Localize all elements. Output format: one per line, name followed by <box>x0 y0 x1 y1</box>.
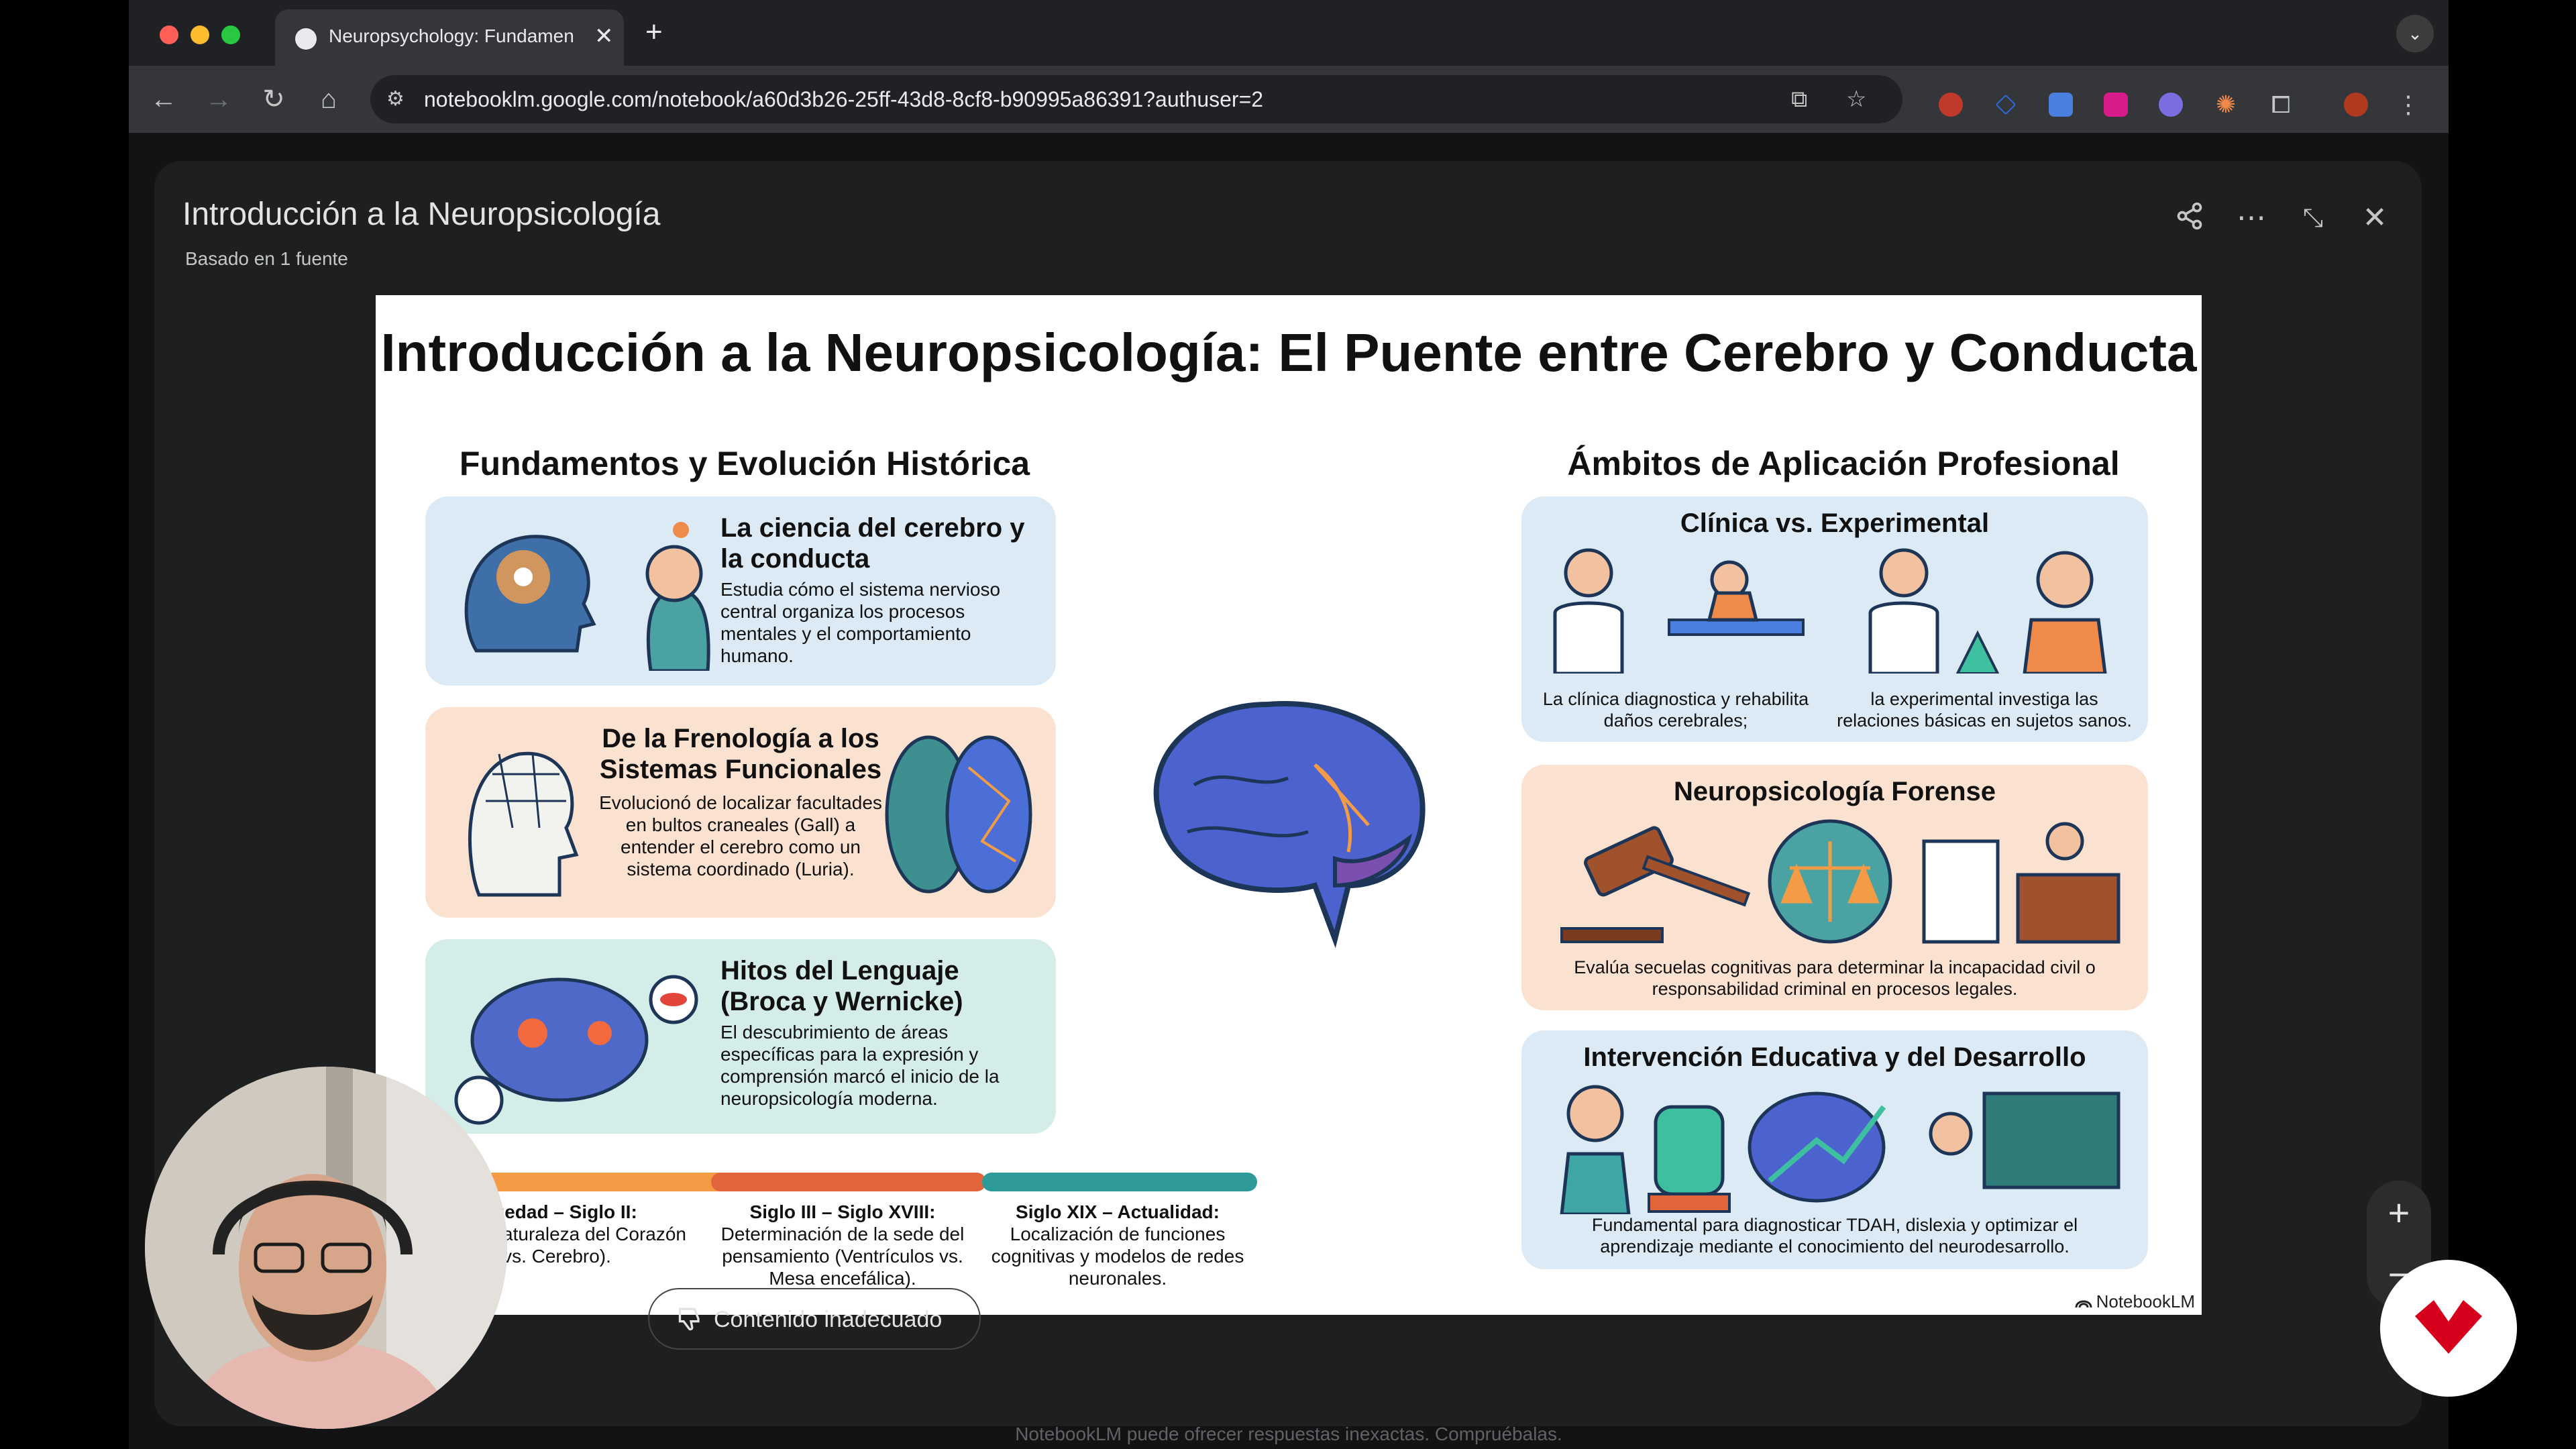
back-icon[interactable]: ← <box>146 82 181 117</box>
infographic-image: Introducción a la Neuropsicología: El Pu… <box>376 295 2202 1315</box>
card-language: Hitos del Lenguaje (Broca y Wernicke) El… <box>425 939 1056 1134</box>
install-app-icon[interactable]: ⧉ <box>1791 87 1807 111</box>
new-tab-icon[interactable]: + <box>645 17 663 47</box>
browser-toolbar: ← → ↻ ⌂ ⚙ notebooklm.google.com/notebook… <box>129 66 2449 133</box>
timeline-item-middle: Siglo III – Siglo XVIII: Determinación d… <box>708 1201 977 1289</box>
channel-logo-badge <box>2380 1260 2517 1397</box>
right-column-heading: Ámbitos de Aplicación Profesional <box>1567 445 2120 482</box>
phrenology-head-illustration <box>468 751 579 897</box>
report-content-label: Contenido inadecuado <box>714 1307 943 1332</box>
dialog-subtitle: Basado en 1 fuente <box>185 248 348 269</box>
dialog-title: Introducción a la Neuropsicología <box>182 197 661 232</box>
share-glyph <box>2177 202 2202 230</box>
webcam-overlay <box>145 1067 507 1429</box>
card-phrenology: De la Frenología a los Sistemas Funciona… <box>425 707 1056 918</box>
card-brain-science: La ciencia del cerebro y la conducta Est… <box>425 496 1056 686</box>
timeline-middle-text: Determinación de la sede del pensamiento… <box>720 1224 965 1289</box>
card-brain-science-text: Estudia cómo el sistema nervioso central… <box>720 579 1001 666</box>
card-clinical-caption-left: La clínica diagnostica y rehabilita daño… <box>1542 689 1809 731</box>
extension-spark-icon[interactable]: ✺ <box>2214 93 2238 117</box>
card-forensic-caption: Evalúa secuelas cognitivas para determin… <box>1574 957 2096 999</box>
close-tab-icon[interactable]: ✕ <box>594 23 614 50</box>
language-brain-illustration <box>454 975 698 1125</box>
tab-strip: Neuropsychology: Fundamen ✕ + ⌄ <box>129 0 2449 66</box>
zoom-in-icon[interactable]: + <box>2367 1186 2431 1240</box>
card-educational: Intervención Educativa y del Desarrollo … <box>1521 1030 2148 1269</box>
extension-sphere-icon[interactable] <box>2159 93 2183 117</box>
timeline-middle-title: Siglo III – Siglo XVIII: <box>749 1201 936 1222</box>
timeline-bar-modern <box>982 1173 1257 1191</box>
profile-avatar[interactable] <box>2344 93 2368 117</box>
watermark-text: NotebookLM <box>2096 1291 2195 1311</box>
screen: Neuropsychology: Fundamen ✕ + ⌄ ← → ↻ ⌂ … <box>0 0 2576 1449</box>
timeline-bar-middle <box>711 1173 986 1191</box>
more-options-icon[interactable]: ⋯ <box>2231 201 2271 235</box>
browser-menu-icon[interactable]: ⋮ <box>2396 93 2420 117</box>
timeline-modern-title: Siglo XIX – Actualidad: <box>1016 1201 1220 1222</box>
infographic-title: Introducción a la Neuropsicología: El Pu… <box>380 323 2197 382</box>
left-column-heading: Fundamentos y Evolución Histórica <box>459 445 1030 482</box>
maximize-window-button[interactable] <box>221 25 240 44</box>
notebooklm-favicon-icon <box>295 28 317 50</box>
share-icon[interactable] <box>2169 201 2210 238</box>
forward-icon[interactable]: → <box>201 82 236 117</box>
close-window-button[interactable] <box>160 25 178 44</box>
brain-hemispheres-illustration <box>885 735 1032 894</box>
card-language-title: Hitos del Lenguaje (Broca y Wernicke) <box>720 956 963 1016</box>
bookmark-star-icon[interactable]: ☆ <box>1846 87 1866 111</box>
browser-tab[interactable]: Neuropsychology: Fundamen ✕ <box>275 9 624 66</box>
card-clinical-title: Clínica vs. Experimental <box>1680 508 1990 538</box>
timeline-item-modern: Siglo XIX – Actualidad: Localización de … <box>983 1201 1252 1289</box>
timeline-modern-text: Localización de funciones cognitivas y m… <box>991 1224 1244 1289</box>
card-clinical-experimental: Clínica vs. Experimental La clínica diag… <box>1521 496 2148 742</box>
brand-logo-icon <box>2415 1300 2482 1354</box>
card-phrenology-text: Evolucionó de localizar facultades en bu… <box>599 792 882 879</box>
card-forensic: Neuropsicología Forense Evalúa secuelas … <box>1521 765 2148 1010</box>
tab-search-icon[interactable]: ⌄ <box>2396 15 2434 52</box>
extensions-puzzle-icon[interactable]: ⧠ <box>2269 93 2293 117</box>
head-network-illustration <box>464 522 710 671</box>
card-brain-science-title: La ciencia del cerebro y la conducta <box>720 513 1025 574</box>
disclaimer-text: NotebookLM puede ofrecer respuestas inex… <box>1015 1424 1562 1444</box>
minimize-window-button[interactable] <box>191 25 209 44</box>
forensic-illustration <box>1560 819 2121 944</box>
thumbs-down-icon <box>678 1307 700 1331</box>
home-icon[interactable]: ⌂ <box>311 82 346 117</box>
close-dialog-icon[interactable]: ✕ <box>2355 201 2395 235</box>
card-forensic-title: Neuropsicología Forense <box>1673 777 1996 806</box>
extension-download-icon[interactable] <box>2104 93 2128 117</box>
site-settings-icon[interactable]: ⚙ <box>386 87 411 111</box>
card-language-text: El descubrimiento de áreas específicas p… <box>720 1022 1000 1109</box>
notebooklm-watermark: NotebookLM <box>2075 1291 2195 1312</box>
presenter-video-frame <box>145 1067 507 1429</box>
card-clinical-caption-right: la experimental investiga las relaciones… <box>1837 689 2132 731</box>
url-text: notebooklm.google.com/notebook/a60d3b26-… <box>424 87 1264 111</box>
extension-ladybug-icon[interactable] <box>1939 93 1963 117</box>
education-illustration <box>1560 1085 2121 1214</box>
card-educational-caption: Fundamental para diagnosticar TDAH, disl… <box>1591 1215 2078 1256</box>
extension-translate-icon[interactable] <box>2049 93 2073 117</box>
card-educational-title: Intervención Educativa y del Desarrollo <box>1583 1042 2086 1072</box>
clinical-lab-illustration <box>1553 548 2107 674</box>
central-brain-illustration <box>1153 701 1426 949</box>
address-bar[interactable]: ⚙ notebooklm.google.com/notebook/a60d3b2… <box>370 75 1902 123</box>
extension-pen-icon[interactable] <box>1995 94 2017 115</box>
report-content-button[interactable]: Contenido inadecuado <box>648 1288 981 1350</box>
card-phrenology-title: De la Frenología a los Sistemas Funciona… <box>599 724 882 784</box>
tab-title: Neuropsychology: Fundamen <box>329 25 574 46</box>
reload-icon[interactable]: ↻ <box>256 82 291 117</box>
collapse-icon[interactable]: ⤡ <box>2293 201 2333 235</box>
notebooklm-logo-icon <box>2075 1300 2092 1308</box>
